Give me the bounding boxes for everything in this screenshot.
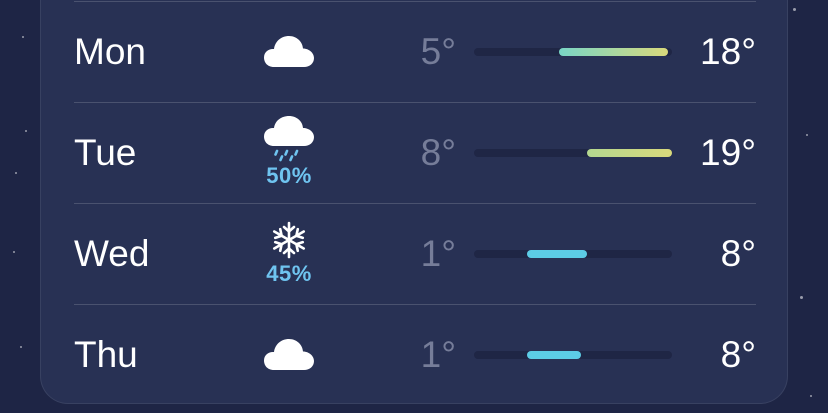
background-star [25,130,27,132]
precipitation-chance: 45% [266,261,312,286]
day-label: Mon [74,30,146,72]
temp-range-bar [474,350,672,359]
high-temp: 18° [700,30,756,72]
temp-range-fill [527,249,587,258]
low-temp: 8° [420,131,456,173]
temp-range-bar [474,249,672,258]
forecast-row-mon: Mon 5° 18° [74,1,756,102]
forecast-row-tue: Tue 50% 8° 19° [74,102,756,203]
temp-range-bar [474,47,672,56]
low-temp: 5° [420,30,456,72]
row-divider [74,102,756,103]
background-star [22,36,24,38]
row-divider [74,304,756,305]
temp-range-fill [527,350,581,359]
day-label: Tue [74,131,137,173]
snowflake-icon [272,221,306,259]
temp-range-fill [559,47,669,56]
cloud-rain-icon [264,116,314,162]
temp-range-fill [586,148,672,157]
high-temp: 19° [700,131,756,173]
background-star [15,172,17,174]
background-star [810,395,812,397]
cloud-icon [264,35,314,67]
low-temp: 1° [420,333,456,375]
background-star [800,296,803,299]
row-divider [74,1,756,2]
forecast-row-wed: Wed 45% 1° 8° [74,203,756,304]
forecast-row-thu: Thu 1° 8° [74,304,756,405]
precipitation-chance: 50% [266,163,312,188]
weather-icon-container: 45% [261,203,317,304]
high-temp: 8° [720,232,756,274]
temp-range-bar [474,148,672,157]
weather-icon-container [261,1,317,102]
day-label: Wed [74,232,150,274]
day-label: Thu [74,333,138,375]
background-star [13,251,15,253]
row-divider [74,203,756,204]
background-star [20,346,22,348]
high-temp: 8° [720,333,756,375]
cloud-icon [264,338,314,370]
weather-icon-container: 50% [261,102,317,203]
weather-icon-container [261,304,317,405]
background-star [806,134,808,136]
background-star [793,8,796,11]
low-temp: 1° [420,232,456,274]
